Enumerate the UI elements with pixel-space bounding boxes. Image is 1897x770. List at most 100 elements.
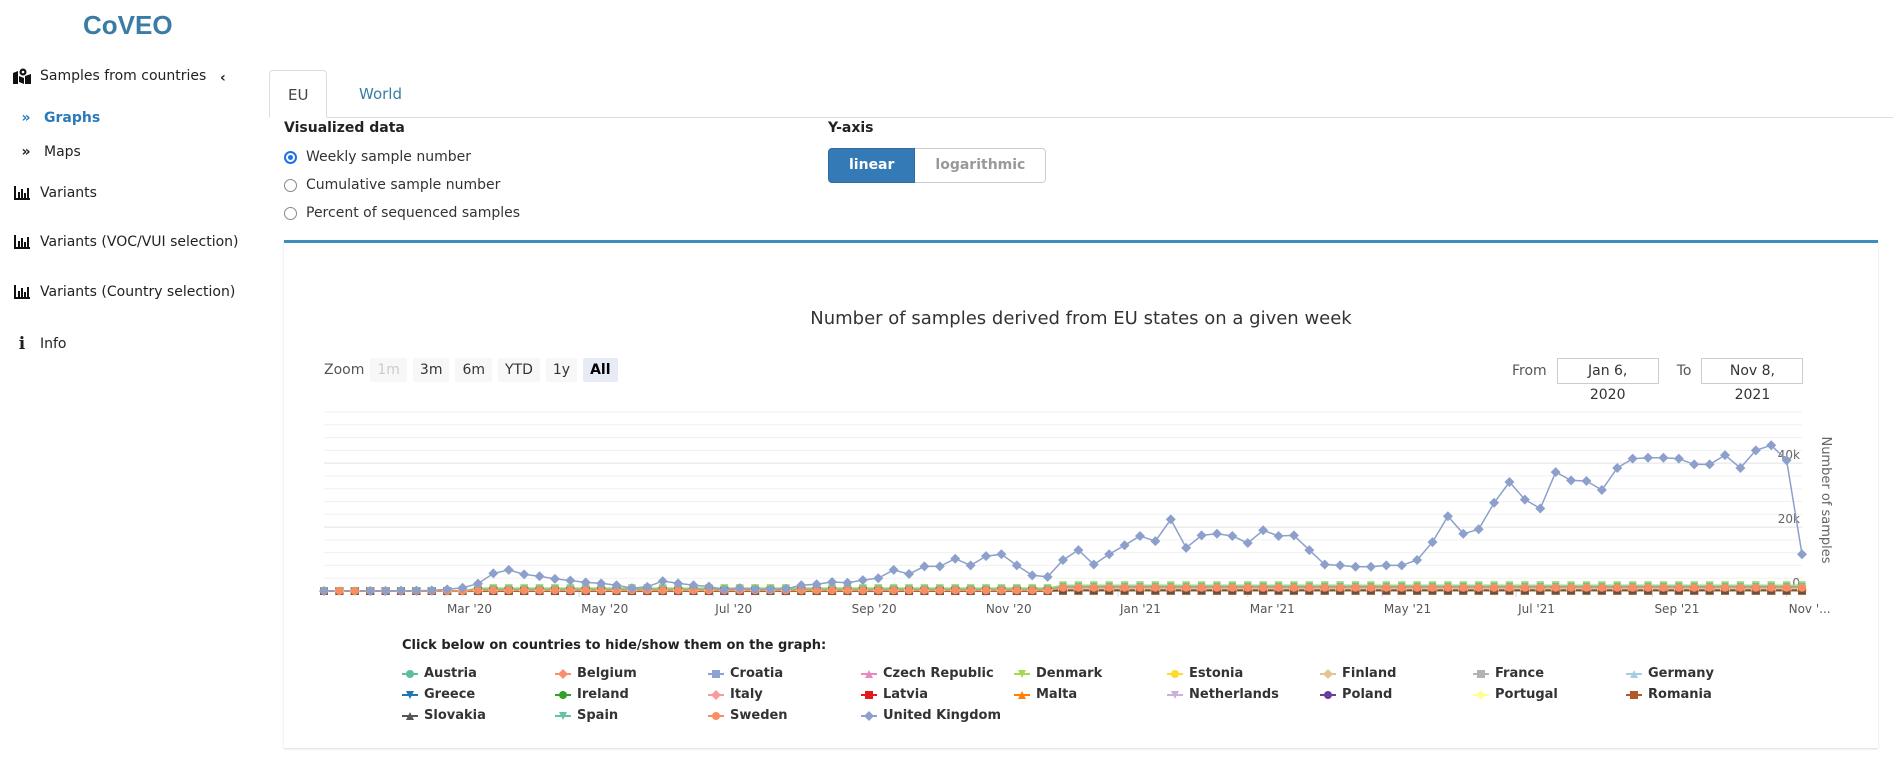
legend-label: Poland — [1342, 687, 1393, 702]
legend-item-romania[interactable]: Romania — [1626, 687, 1712, 702]
data-point-sweden — [658, 586, 667, 595]
data-point-sweden — [1320, 583, 1329, 592]
data-point-united-kingdom — [950, 553, 961, 564]
data-point-sweden — [905, 586, 914, 595]
legend-symbol — [1324, 690, 1332, 699]
data-point-sweden — [1351, 583, 1360, 592]
legend-symbol — [865, 690, 873, 699]
data-point-sweden — [1721, 583, 1730, 592]
data-point-sweden — [1243, 583, 1252, 592]
legend-item-slovakia[interactable]: Slovakia — [402, 708, 486, 723]
legend-symbol — [1323, 668, 1333, 679]
data-point-united-kingdom — [1104, 549, 1115, 560]
x-tick-label: May '20 — [581, 602, 628, 616]
legend-item-finland[interactable]: Finland — [1320, 666, 1396, 681]
data-point-sweden — [1551, 583, 1560, 592]
data-point-united-kingdom — [1689, 459, 1700, 470]
data-point-sweden — [566, 586, 575, 595]
legend-item-sweden[interactable]: Sweden — [708, 708, 788, 723]
triangle-marker-icon — [1014, 690, 1030, 699]
legend-label: Netherlands — [1189, 687, 1279, 702]
data-point-sweden — [1505, 583, 1514, 592]
data-point-united-kingdom — [1535, 503, 1546, 514]
x-tick-label: Jul '21 — [1517, 602, 1555, 616]
data-point-sweden — [489, 586, 498, 595]
data-point-sweden — [1397, 583, 1406, 592]
legend-item-italy[interactable]: Italy — [708, 687, 763, 702]
legend-item-france[interactable]: France — [1473, 666, 1544, 681]
data-point-sweden — [1228, 583, 1237, 592]
x-tick-label: Mar '20 — [447, 602, 492, 616]
legend-item-malta[interactable]: Malta — [1014, 687, 1077, 702]
legend-symbol — [1477, 669, 1485, 678]
x-tick-label: Sep '20 — [852, 602, 897, 616]
data-point-sweden — [1413, 583, 1422, 592]
data-point-sweden — [1151, 583, 1160, 592]
data-point-sweden — [1259, 583, 1268, 592]
legend-item-ireland[interactable]: Ireland — [555, 687, 629, 702]
legend-item-czech-republic[interactable]: Czech Republic — [861, 666, 994, 681]
legend-item-austria[interactable]: Austria — [402, 666, 477, 681]
legend-item-netherlands[interactable]: Netherlands — [1167, 687, 1279, 702]
legend-item-greece[interactable]: Greece — [402, 687, 475, 702]
data-point-united-kingdom — [1581, 476, 1592, 487]
x-tick-label: May '21 — [1384, 602, 1431, 616]
data-point-sweden — [520, 586, 529, 595]
data-point-sweden — [1212, 583, 1221, 592]
data-point-united-kingdom — [1211, 528, 1222, 539]
triangle-down-marker-icon — [402, 690, 418, 699]
legend-title: Click below on countries to hide/show th… — [402, 638, 827, 653]
legend-item-croatia[interactable]: Croatia — [708, 666, 783, 681]
data-point-sweden — [1182, 583, 1191, 592]
legend-label: Romania — [1648, 687, 1712, 702]
legend-label: Latvia — [883, 687, 928, 702]
data-point-united-kingdom — [1704, 459, 1715, 470]
data-point-sweden — [982, 586, 991, 595]
data-point-sweden — [1043, 586, 1052, 595]
legend-label: France — [1495, 666, 1545, 681]
legend-item-latvia[interactable]: Latvia — [861, 687, 928, 702]
legend-item-belgium[interactable]: Belgium — [555, 666, 637, 681]
data-point-sweden — [1690, 583, 1699, 592]
legend-symbol — [712, 669, 720, 678]
data-point-sweden — [335, 587, 344, 595]
legend-item-estonia[interactable]: Estonia — [1167, 666, 1243, 681]
legend-item-germany[interactable]: Germany — [1626, 666, 1714, 681]
data-point-sweden — [997, 586, 1006, 595]
legend-item-spain[interactable]: Spain — [555, 708, 618, 723]
data-point-sweden — [1074, 583, 1083, 592]
data-point-sweden — [1028, 586, 1037, 595]
data-point-sweden — [828, 586, 837, 595]
triangle-marker-icon — [402, 711, 418, 720]
legend-item-poland[interactable]: Poland — [1320, 687, 1392, 702]
triangle-marker-icon — [861, 669, 877, 678]
data-point-sweden — [1782, 583, 1791, 592]
legend-symbol — [559, 690, 567, 699]
data-point-sweden — [1135, 583, 1144, 592]
data-point-sweden — [350, 587, 359, 595]
x-tick-label: Nov '20 — [986, 602, 1032, 616]
data-point-united-kingdom — [1596, 484, 1607, 495]
legend-item-denmark[interactable]: Denmark — [1014, 666, 1102, 681]
data-point-sweden — [1582, 583, 1591, 592]
data-point-sweden — [504, 586, 513, 595]
data-point-united-kingdom — [549, 573, 560, 584]
data-point-sweden — [966, 586, 975, 595]
data-point-united-kingdom — [1335, 560, 1346, 571]
data-point-sweden — [1520, 583, 1529, 592]
legend-item-united-kingdom[interactable]: United Kingdom — [861, 708, 1001, 723]
data-point-sweden — [874, 586, 883, 595]
data-point-united-kingdom — [1612, 462, 1623, 473]
data-point-sweden — [1105, 583, 1114, 592]
legend-label: Italy — [730, 687, 763, 702]
legend-item-portugal[interactable]: Portugal — [1473, 687, 1558, 702]
legend-symbol — [712, 711, 720, 720]
data-point-sweden — [1536, 583, 1545, 592]
data-point-sweden — [858, 586, 867, 595]
square-marker-icon — [861, 690, 877, 699]
data-point-sweden — [1705, 583, 1714, 592]
data-point-united-kingdom — [488, 568, 499, 579]
data-point-sweden — [1490, 583, 1499, 592]
triangle-marker-icon — [1626, 669, 1642, 678]
legend-symbol — [864, 710, 874, 721]
